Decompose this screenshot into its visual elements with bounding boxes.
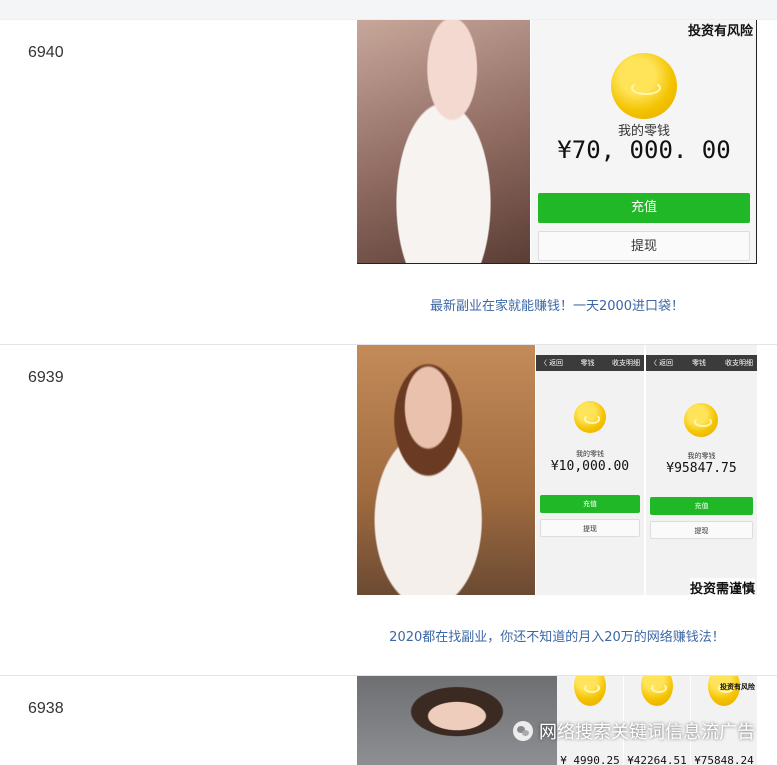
withdraw-button: 提现 (538, 231, 750, 261)
wallet-header: 〈 返回 零钱 收支明细 (536, 355, 644, 371)
wallet-amount: ¥95847.75 (666, 461, 737, 476)
coin-icon (574, 401, 606, 433)
wallet-screenshot: 〈 返回 零钱 收支明细 我的零钱 ¥95847.75 充值 提现 投资需谨慎 (646, 345, 757, 595)
back-link: 〈 返回 (540, 360, 563, 367)
recharge-button: 充值 (540, 495, 640, 513)
ad-image[interactable]: 〈 返回 零钱 收支明细 我的零钱 ¥10,000.00 充值 提现 〈 返回 … (357, 345, 757, 595)
wallet-amount: ¥10,000.00 (550, 459, 630, 474)
ad-photo (357, 345, 535, 595)
table-row: 6940 投资有风险 我的零钱 ¥70, 000. 00 充值 提现 最新副业在… (0, 20, 777, 345)
wallet-label: 我的零钱 (687, 452, 716, 460)
risk-warning-text: 投资需谨慎 (689, 578, 755, 595)
ad-title-link[interactable]: 2020都在找副业，你还不知道的月入20万的网络赚钱法！ (357, 626, 757, 645)
table-row: 6939 〈 返回 零钱 收支明细 我的零钱 ¥10,000.00 充值 提现 … (0, 345, 777, 676)
row-id: 6938 (28, 700, 64, 717)
coin-icon (574, 676, 606, 706)
recharge-button: 充值 (538, 193, 750, 223)
watermark: 网络搜索关键词信息流广告 (513, 718, 755, 744)
coin-icon (684, 403, 718, 437)
ad-image[interactable]: 投资有风险 我的零钱 ¥70, 000. 00 充值 提现 (357, 20, 757, 264)
wallet-screenshot: 〈 返回 零钱 收支明细 我的零钱 ¥10,000.00 充值 提现 (536, 345, 644, 595)
watermark-text: 网络搜索关键词信息流广告 (539, 722, 755, 743)
ad-photo (357, 20, 530, 263)
ad-creative[interactable]: 投资有风险 我的零钱 ¥70, 000. 00 充值 提现 最新副业在家就能赚钱… (357, 20, 757, 314)
row-id: 6940 (28, 44, 64, 61)
ad-creative[interactable]: 〈 返回 零钱 收支明细 我的零钱 ¥10,000.00 充值 提现 〈 返回 … (357, 345, 757, 645)
back-link: 〈 返回 (650, 360, 673, 367)
wallet-amount: ¥ 4990.25 (560, 754, 620, 765)
wallet-label: 我的零钱 (576, 450, 604, 458)
coin-icon (611, 53, 677, 119)
wallet-amount: ¥42264.51 (627, 754, 687, 765)
risk-warning-text: 投资有风险 (687, 24, 753, 39)
wallet-header-title: 零钱 (691, 360, 706, 367)
coin-icon (641, 676, 673, 706)
ledger-link: 收支明细 (611, 360, 640, 367)
ledger-link: 收支明细 (724, 360, 753, 367)
wallet-amount: ¥70, 000. 00 (557, 136, 731, 164)
top-strip (0, 0, 777, 20)
risk-warning-text: 投资有风险 (720, 682, 755, 691)
ad-title-link[interactable]: 最新副业在家就能赚钱！一天2000进口袋！ (357, 295, 757, 314)
wallet-screenshot: 投资有风险 我的零钱 ¥70, 000. 00 充值 提现 (531, 20, 756, 263)
wallet-amount: ¥75848.24 (694, 754, 754, 765)
withdraw-button: 提现 (540, 519, 640, 537)
recharge-button: 充值 (650, 497, 753, 515)
withdraw-button: 提现 (650, 521, 753, 539)
wallet-header-title: 零钱 (580, 360, 595, 367)
wechat-icon (513, 721, 533, 741)
wallet-header: 〈 返回 零钱 收支明细 (646, 355, 757, 371)
row-id: 6939 (28, 369, 64, 386)
